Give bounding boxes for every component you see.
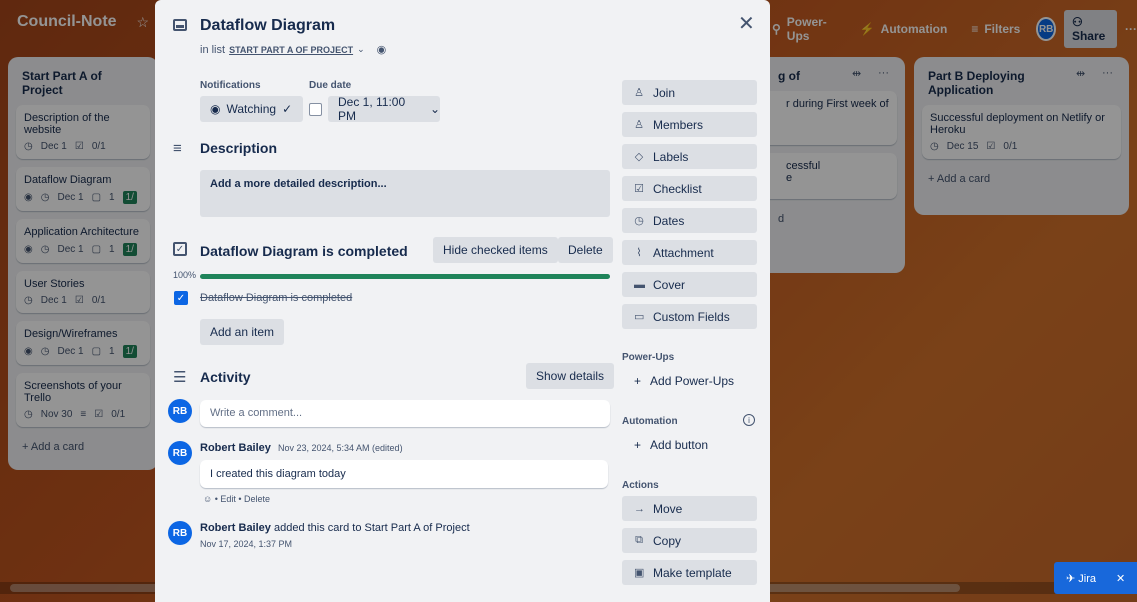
due-complete-checkbox[interactable]	[309, 103, 322, 116]
copy-button[interactable]: ⧉ Copy	[622, 528, 757, 553]
comment-input[interactable]: Write a comment...	[200, 400, 610, 427]
notifications-label: Notifications	[200, 80, 261, 91]
automation-label: Automation	[622, 416, 678, 427]
card-icon	[173, 19, 187, 31]
template-icon: ▣	[634, 567, 645, 579]
dates-label: Dates	[653, 213, 685, 228]
eye-icon: ◉	[210, 102, 221, 116]
tag-icon: ◇	[634, 151, 644, 163]
avatar[interactable]: RB	[168, 441, 192, 465]
chevron-down-icon: ⌄	[429, 102, 440, 116]
avatar[interactable]: RB	[168, 521, 192, 545]
delete-checklist-button[interactable]: Delete	[558, 237, 613, 263]
progress-fill	[200, 274, 610, 279]
comment-author[interactable]: Robert Bailey	[200, 442, 271, 454]
user-icon: ♙	[634, 87, 644, 99]
in-list-info: in list START PART A OF PROJECT ⌄ ◉	[200, 43, 387, 57]
paperclip-icon: ⌇	[636, 247, 642, 259]
attachment-button[interactable]: ⌇ Attachment	[622, 240, 757, 265]
watching-label: Watching	[226, 102, 277, 116]
activity-entry: Robert Bailey added this card to Start P…	[200, 522, 470, 534]
eye-icon: ◉	[376, 44, 387, 56]
user-icon: ♙	[634, 119, 644, 131]
checklist-item-text[interactable]: Dataflow Diagram is completed	[200, 292, 352, 304]
comment-actions: ☺ • Edit • Delete	[203, 494, 271, 504]
custom-fields-button[interactable]: ▭ Custom Fields	[622, 304, 757, 329]
edit-comment-link[interactable]: Edit	[220, 494, 236, 504]
checklist-button[interactable]: ☑ Checklist	[622, 176, 757, 201]
jira-tab[interactable]: ✈ Jira ✕	[1054, 562, 1137, 594]
checklist-icon: ✓	[173, 242, 187, 256]
join-label: Join	[653, 85, 676, 100]
labels-label: Labels	[653, 149, 689, 164]
plus-icon: +	[634, 373, 642, 388]
due-date-label: Due date	[309, 80, 352, 91]
check-icon: ✓	[282, 102, 293, 116]
reaction-icon[interactable]: ☺	[203, 494, 212, 504]
join-button[interactable]: ♙ Join	[622, 80, 757, 105]
avatar: RB	[168, 399, 192, 423]
custom-fields-icon: ▭	[634, 311, 645, 323]
add-automation-button[interactable]: + Add button	[622, 432, 757, 457]
show-details-button[interactable]: Show details	[526, 363, 615, 389]
info-icon[interactable]: i	[743, 414, 755, 426]
add-power-ups-button[interactable]: + Add Power-Ups	[622, 368, 757, 393]
delete-comment-link[interactable]: Delete	[244, 494, 270, 504]
comment-timestamp[interactable]: Nov 23, 2024, 5:34 AM (edited)	[278, 443, 403, 453]
due-date-button[interactable]: Dec 1, 11:00 PM ⌄	[328, 95, 440, 123]
list-name-link[interactable]: START PART A OF PROJECT	[229, 45, 353, 55]
card-title[interactable]: Dataflow Diagram	[200, 17, 335, 35]
cover-icon: ▬	[634, 278, 645, 291]
jira-label: Jira	[1078, 572, 1097, 585]
move-label: Move	[653, 501, 683, 516]
description-icon: ≡	[173, 140, 182, 157]
checklist-label: Checklist	[653, 181, 702, 196]
attachment-label: Attachment	[653, 245, 714, 260]
description-input[interactable]: Add a more detailed description...	[200, 170, 610, 217]
activity-author[interactable]: Robert Bailey	[200, 522, 271, 534]
copy-icon: ⧉	[635, 534, 643, 546]
checklist-title[interactable]: Dataflow Diagram is completed	[200, 243, 408, 259]
custom-fields-label: Custom Fields	[653, 309, 730, 324]
activity-action: added this card to Start Part A of Proje…	[273, 522, 470, 534]
description-heading: Description	[200, 140, 278, 156]
dates-button[interactable]: ◷ Dates	[622, 208, 757, 233]
in-list-prefix: in list	[200, 43, 226, 56]
arrow-right-icon: →	[634, 502, 645, 515]
power-ups-label: Power-Ups	[622, 352, 675, 363]
progress-percent: 100%	[173, 270, 197, 280]
plus-icon: +	[634, 437, 642, 452]
checklist-item-checkbox[interactable]: ✓	[174, 291, 188, 305]
labels-button[interactable]: ◇ Labels	[622, 144, 757, 169]
activity-icon: ☰	[173, 369, 187, 386]
make-template-label: Make template	[653, 565, 732, 580]
close-icon[interactable]: ✕	[1116, 572, 1125, 585]
comment-header: Robert Bailey Nov 23, 2024, 5:34 AM (edi…	[200, 442, 403, 454]
actions-label: Actions	[622, 480, 659, 491]
clock-icon: ◷	[634, 215, 644, 227]
close-icon[interactable]: ✕	[738, 11, 755, 36]
move-button[interactable]: → Move	[622, 496, 757, 521]
card-detail-modal: Dataflow Diagram ✕ in list START PART A …	[155, 0, 770, 602]
checklist-progress-bar	[200, 274, 610, 279]
members-label: Members	[653, 117, 704, 132]
due-date-value: Dec 1, 11:00 PM	[338, 95, 406, 123]
add-power-ups-label: Add Power-Ups	[650, 373, 735, 388]
chevron-down-icon[interactable]: ⌄	[357, 44, 365, 55]
copy-label: Copy	[653, 533, 682, 548]
comment-body: I created this diagram today	[200, 460, 608, 488]
activity-heading: Activity	[200, 369, 251, 385]
add-button-label: Add button	[650, 437, 709, 452]
jira-icon: ✈	[1066, 572, 1079, 585]
checklist-icon: ☑	[634, 183, 644, 195]
make-template-button[interactable]: ▣ Make template	[622, 560, 757, 585]
hide-checked-button[interactable]: Hide checked items	[433, 237, 558, 263]
add-item-button[interactable]: Add an item	[200, 319, 285, 345]
cover-button[interactable]: ▬ Cover	[622, 272, 757, 297]
activity-timestamp[interactable]: Nov 17, 2024, 1:37 PM	[200, 539, 292, 549]
members-button[interactable]: ♙ Members	[622, 112, 757, 137]
cover-label: Cover	[653, 277, 686, 292]
watching-button[interactable]: ◉ Watching ✓	[200, 96, 303, 122]
